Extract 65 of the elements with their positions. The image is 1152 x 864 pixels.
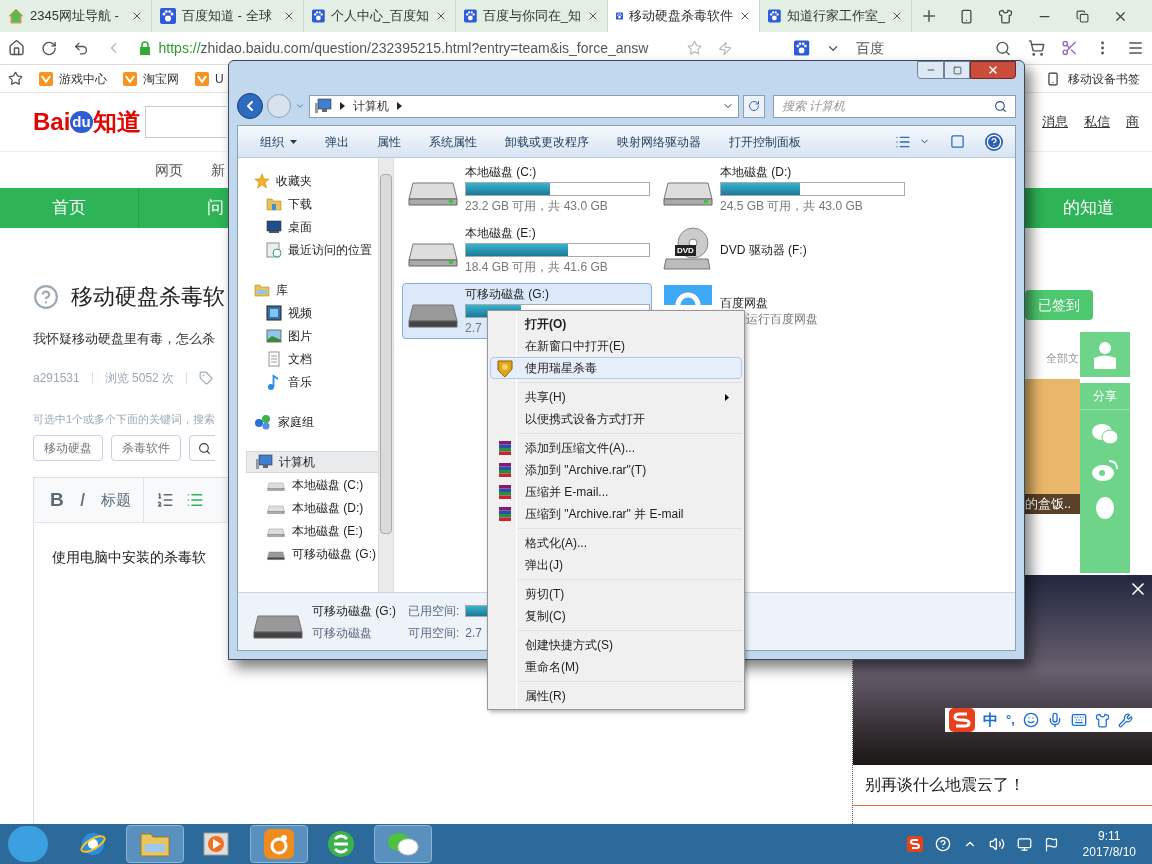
dvd-badge: DVD <box>675 245 696 256</box>
nav-item-label: 收藏夹 <box>276 173 312 190</box>
menu-item-label: 以便携式设备方式打开 <box>524 411 646 428</box>
nav-item-label: 可移动磁盘 (G:) <box>292 545 376 563</box>
drive-name: 百度网盘 <box>720 295 769 311</box>
nav-item-label: 文档 <box>288 350 312 368</box>
nav-item-label: 桌面 <box>288 218 312 236</box>
menu-item-label: 复制(C) <box>524 608 567 625</box>
drive-name: 本地磁盘 (E:) <box>465 225 537 241</box>
menu-item-label: 使用瑞星杀毒 <box>524 360 598 377</box>
menu-item-label: 属性(R) <box>524 688 567 705</box>
keyword-hint: 可选中1个或多个下面的关键词，搜索 <box>33 411 217 427</box>
menu-item-label: 压缩到 "Archive.rar" 并 E-mail <box>524 506 685 523</box>
nav-item-label: 视频 <box>288 304 312 322</box>
author-name: a291531 <box>33 369 80 387</box>
menu-item-label: 共享(H) <box>524 389 567 406</box>
drive-name: 本地磁盘 (C:) <box>465 164 538 180</box>
share-label: 分享 <box>1080 383 1130 410</box>
menu-item-label: 在新窗口中打开(E) <box>524 338 626 355</box>
menu-item-label: 添加到压缩文件(A)... <box>524 440 636 457</box>
menu-item-label: 弹出(J) <box>524 557 564 574</box>
tab-title: 百度与你同在_知 <box>482 7 581 26</box>
question-title: 移动硬盘杀毒软 <box>71 283 225 311</box>
nav-item-label: 家庭组 <box>278 414 314 431</box>
drive-info: 24.5 GB 可用，共 43.0 GB <box>720 198 863 214</box>
nav-item-label: 本地磁盘 (C:) <box>292 476 364 494</box>
drive-info: 23.2 GB 可用，共 43.0 GB <box>465 198 608 214</box>
view-count: 浏览 5052 次 <box>104 369 175 387</box>
logo: Bai du知道 <box>33 107 142 137</box>
nav-item-label: 计算机 <box>279 454 315 471</box>
menu-item-label: 剪切(T) <box>524 586 566 603</box>
details-subtitle: 可移动磁盘 <box>312 624 373 642</box>
details-title: 可移动磁盘 (G:) <box>312 602 396 620</box>
tab-title: 个人中心_百度知 <box>330 7 429 26</box>
drive-info: 2.7 <box>465 320 482 336</box>
menu-item-label: 压缩并 E-mail... <box>524 484 610 501</box>
free-space-value: 2.7 <box>465 624 483 642</box>
drive-info: 18.4 GB 可用，共 41.6 GB <box>465 259 608 275</box>
tab-title: 2345网址导航 - <box>30 7 120 26</box>
drive-name: DVD 驱动器 (F:) <box>720 242 807 258</box>
nav-item-label: 库 <box>276 282 288 299</box>
tab-title: 移动硬盘杀毒软件 <box>629 7 733 26</box>
nav-item-label: 音乐 <box>288 373 312 391</box>
nav-item-label: 本地磁盘 (E:) <box>292 522 363 540</box>
menu-item-label: 创建快捷方式(S) <box>524 637 614 654</box>
url-text: https://zhidao.baidu.com/question/232395215.html?entry=team&is_force_answ <box>158 38 649 58</box>
tab-title: 知道行家工作室_ <box>786 7 885 26</box>
tab-title: 百度知道 - 全球 <box>182 7 273 26</box>
nav-item-label: 图片 <box>288 327 312 345</box>
drive-name: 可移动磁盘 (G:) <box>465 286 550 302</box>
drive-name: 本地磁盘 (D:) <box>720 164 793 180</box>
menu-item-label: 格式化(A)... <box>524 535 588 552</box>
menu-item-label: 重命名(M) <box>524 659 580 676</box>
filter-label: 全部文 <box>1046 351 1079 366</box>
search-placeholder: 搜索 计算机 <box>782 98 847 115</box>
nav-item-label: 最近访问的位置 <box>288 241 372 259</box>
menu-item-label: 打开(O) <box>524 316 568 333</box>
free-space-label: 可用空间: <box>408 624 460 642</box>
used-space-label: 已用空间: <box>408 602 460 620</box>
photo-caption: 的盒饭.. <box>1025 494 1080 514</box>
nav-item-label: 本地磁盘 (D:) <box>292 499 364 517</box>
question-description: 我怀疑移动硬盘里有毒，怎么杀 <box>33 330 216 348</box>
drive-info: 运行百度网盘 <box>745 311 818 327</box>
menu-item-label: 添加到 "Archive.rar"(T) <box>524 462 648 479</box>
nav-item-label: 下载 <box>288 195 312 213</box>
